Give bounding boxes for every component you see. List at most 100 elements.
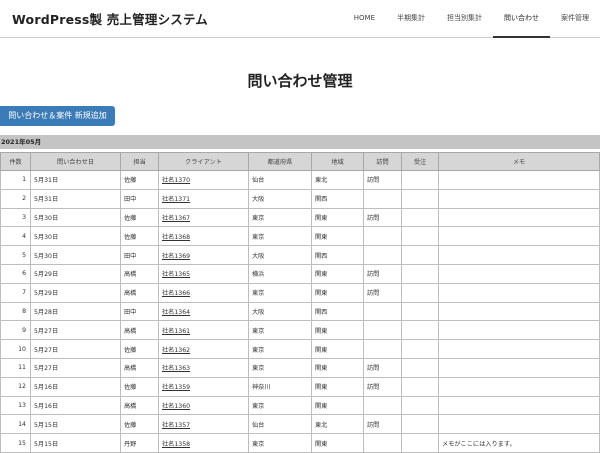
- cell-prefecture: 東京: [248, 320, 312, 341]
- cell-region: 関東: [311, 395, 364, 416]
- cell-client: 社名1371: [158, 188, 249, 209]
- cell-memo: [438, 301, 600, 322]
- client-link[interactable]: 社名1358: [162, 441, 190, 448]
- cell-memo: [438, 395, 600, 416]
- cell-client: 社名1367: [158, 207, 249, 228]
- cell-visit: [363, 320, 402, 341]
- cell-visit: 訪問: [363, 376, 402, 397]
- cell-count: 11: [0, 357, 31, 378]
- nav-projects[interactable]: 案件管理: [550, 0, 600, 37]
- cell-date: 5月30日: [30, 245, 121, 265]
- cell-count: 4: [0, 226, 31, 247]
- cell-order: [401, 320, 439, 341]
- client-link[interactable]: 社名1361: [162, 328, 190, 335]
- client-link[interactable]: 社名1368: [162, 234, 190, 241]
- cell-order: [401, 207, 439, 228]
- cell-order: [401, 376, 439, 397]
- cell-count: 8: [0, 301, 31, 322]
- cell-count: 14: [0, 414, 31, 435]
- client-link[interactable]: 社名1367: [162, 215, 190, 222]
- header-staff: 担当: [120, 152, 159, 171]
- cell-visit: [363, 339, 402, 359]
- cell-visit: [363, 245, 402, 265]
- cell-region: 関東: [311, 376, 364, 397]
- client-link[interactable]: 社名1364: [162, 309, 190, 316]
- cell-region: 東北: [311, 414, 364, 435]
- cell-prefecture: 東京: [248, 207, 312, 228]
- cell-prefecture: 仙台: [248, 414, 312, 435]
- client-link[interactable]: 社名1365: [162, 271, 190, 278]
- cell-staff: 佐藤: [120, 207, 159, 228]
- header-inquiry-date: 問い合わせ日: [30, 152, 121, 171]
- cell-staff: 佐藤: [120, 339, 159, 359]
- nav-staff-summary[interactable]: 担当別集計: [436, 0, 493, 37]
- cell-visit: 訪問: [363, 207, 402, 228]
- client-link[interactable]: 社名1359: [162, 384, 190, 391]
- client-link[interactable]: 社名1371: [162, 196, 190, 203]
- cell-memo: [438, 245, 600, 265]
- cell-order: [401, 395, 439, 416]
- cell-staff: 高橋: [120, 282, 159, 303]
- table-row: 1 5月31日 佐藤 社名1370 仙台 東北 訪問: [0, 170, 600, 190]
- cell-count: 2: [0, 188, 31, 209]
- cell-memo: [438, 282, 600, 303]
- cell-visit: [363, 188, 402, 209]
- client-link[interactable]: 社名1370: [162, 177, 190, 184]
- cell-prefecture: 大阪: [248, 245, 312, 265]
- cell-memo: [438, 226, 600, 247]
- cell-count: 13: [0, 395, 31, 416]
- nav-home[interactable]: HOME: [343, 0, 386, 37]
- cell-region: 関西: [311, 301, 364, 322]
- cell-date: 5月30日: [30, 226, 121, 247]
- table-row: 2 5月31日 田中 社名1371 大阪 関西: [0, 188, 600, 209]
- cell-memo: [438, 207, 600, 228]
- cell-order: [401, 188, 439, 209]
- cell-count: 6: [0, 263, 31, 284]
- table-row: 9 5月27日 高橋 社名1361 東京 関東: [0, 320, 600, 341]
- cell-date: 5月16日: [30, 376, 121, 397]
- cell-region: 関東: [311, 320, 364, 341]
- site-header: WordPress製 売上管理システム HOME 半期集計 担当別集計 問い合わ…: [0, 0, 600, 38]
- header-memo: メモ: [438, 152, 600, 171]
- cell-staff: 高橋: [120, 357, 159, 378]
- cell-client: 社名1370: [158, 170, 249, 190]
- cell-memo: [438, 376, 600, 397]
- table-row: 13 5月16日 高橋 社名1360 東京 関東: [0, 395, 600, 416]
- site-title[interactable]: WordPress製 売上管理システム: [12, 9, 208, 28]
- cell-client: 社名1357: [158, 414, 249, 435]
- header-count: 件数: [0, 152, 31, 171]
- cell-prefecture: 横浜: [248, 263, 312, 284]
- cell-memo: [438, 320, 600, 341]
- client-link[interactable]: 社名1363: [162, 365, 190, 372]
- client-link[interactable]: 社名1362: [162, 347, 190, 354]
- table-row: 14 5月15日 佐藤 社名1357 仙台 東北 訪問: [0, 414, 600, 435]
- cell-visit: [363, 226, 402, 247]
- cell-region: 関西: [311, 188, 364, 209]
- cell-region: 関東: [311, 282, 364, 303]
- add-inquiry-button[interactable]: 問い合わせ＆案件 新規追加: [0, 106, 115, 126]
- table-row: 10 5月27日 佐藤 社名1362 東京 関東: [0, 339, 600, 359]
- cell-prefecture: 大阪: [248, 188, 312, 209]
- client-link[interactable]: 社名1360: [162, 403, 190, 410]
- cell-prefecture: 東京: [248, 282, 312, 303]
- cell-client: 社名1364: [158, 301, 249, 322]
- cell-prefecture: 東京: [248, 226, 312, 247]
- nav-half-year-summary[interactable]: 半期集計: [386, 0, 436, 37]
- cell-order: [401, 282, 439, 303]
- inquiry-table: 件数 問い合わせ日 担当 クライアント 都道府県 地域 訪問 受注 メモ 1 5月…: [0, 152, 600, 453]
- cell-staff: 佐藤: [120, 376, 159, 397]
- cell-client: 社名1365: [158, 263, 249, 284]
- client-link[interactable]: 社名1357: [162, 422, 190, 429]
- cell-region: 東北: [311, 170, 364, 190]
- cell-count: 10: [0, 339, 31, 359]
- client-link[interactable]: 社名1369: [162, 253, 190, 260]
- cell-order: [401, 414, 439, 435]
- table-row: 4 5月30日 佐藤 社名1368 東京 関東: [0, 226, 600, 247]
- cell-memo: [438, 263, 600, 284]
- month-header: 2021年05月: [0, 135, 600, 149]
- client-link[interactable]: 社名1366: [162, 290, 190, 297]
- cell-count: 9: [0, 320, 31, 341]
- cell-date: 5月31日: [30, 188, 121, 209]
- nav-inquiries[interactable]: 問い合わせ: [493, 0, 550, 38]
- cell-order: [401, 301, 439, 322]
